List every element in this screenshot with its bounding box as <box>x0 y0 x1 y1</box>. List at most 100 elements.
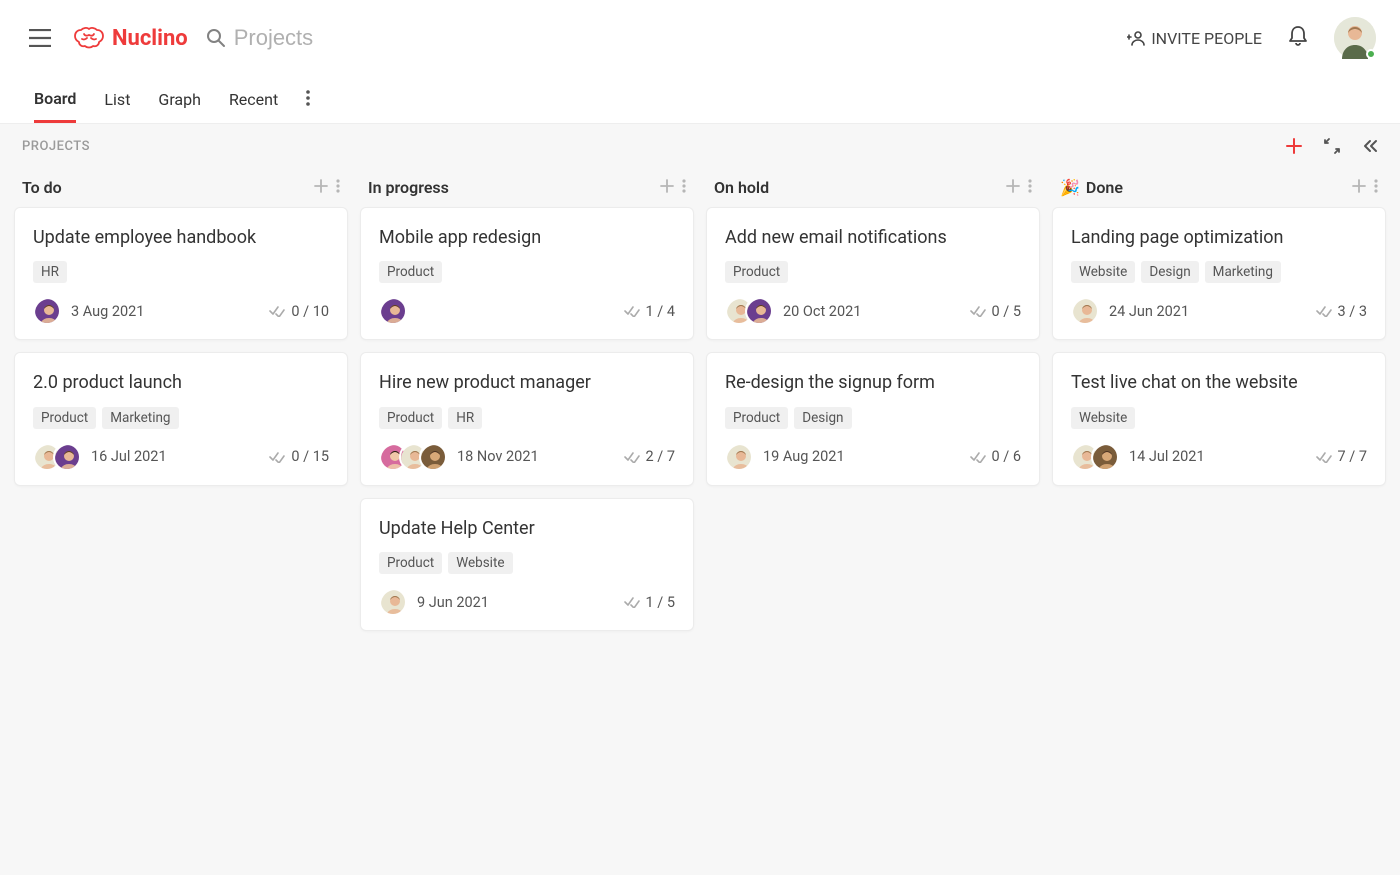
card-tags: Website <box>1071 407 1367 429</box>
bell-icon <box>1288 25 1308 47</box>
column-inprogress: In progress Mobile app redesign Product 1 /… <box>360 170 694 643</box>
card-footer: 19 Aug 20210 / 6 <box>725 443 1021 471</box>
person-add-icon <box>1127 31 1145 46</box>
card-title: Mobile app redesign <box>379 226 675 249</box>
plus-icon <box>314 179 328 193</box>
avatar <box>379 588 407 616</box>
card-progress: 2 / 7 <box>624 448 675 465</box>
brain-icon <box>72 26 106 50</box>
tab-list[interactable]: List <box>104 76 130 123</box>
checklist-icon <box>624 596 640 608</box>
column-add-card-button[interactable] <box>660 178 674 197</box>
column-title-text: On hold <box>714 178 769 197</box>
column-title: In progress <box>368 178 652 197</box>
presence-indicator <box>1366 49 1376 59</box>
menu-button[interactable] <box>26 24 54 52</box>
column-add-card-button[interactable] <box>1006 178 1020 197</box>
tag: Website <box>1071 261 1135 283</box>
card[interactable]: Test live chat on the website Website 14 J… <box>1052 352 1386 485</box>
card-title: Landing page optimization <box>1071 226 1367 249</box>
card-date: 14 Jul 2021 <box>1129 448 1205 465</box>
tag: Product <box>379 407 442 429</box>
collapse-button[interactable] <box>1362 138 1378 154</box>
tag: Marketing <box>102 407 178 429</box>
add-column-button[interactable] <box>1286 138 1302 154</box>
card-tags: ProductHR <box>379 407 675 429</box>
column-add-card-button[interactable] <box>314 178 328 197</box>
card-date: 16 Jul 2021 <box>91 448 167 465</box>
progress-text: 1 / 5 <box>646 594 675 611</box>
tag: Product <box>379 261 442 283</box>
invite-people-button[interactable]: INVITE PEOPLE <box>1127 29 1262 48</box>
checklist-icon <box>1316 451 1332 463</box>
checklist-icon <box>624 305 640 317</box>
column-more-button[interactable] <box>1028 178 1032 197</box>
app-logo[interactable]: Nuclino <box>72 26 188 51</box>
progress-text: 0 / 15 <box>291 448 329 465</box>
view-tabs: Board List Graph Recent <box>0 76 1400 124</box>
checklist-icon <box>970 305 986 317</box>
card-avatars <box>379 588 407 616</box>
card[interactable]: Hire new product managerProductHR18 Nov … <box>360 352 694 485</box>
card-footer: 1 / 4 <box>379 297 675 325</box>
checklist-icon <box>1316 305 1332 317</box>
dots-vertical-icon <box>1374 179 1378 193</box>
card-avatars <box>33 297 61 325</box>
progress-text: 7 / 7 <box>1338 448 1367 465</box>
card-title: Hire new product manager <box>379 371 675 394</box>
card-title: Update employee handbook <box>33 226 329 249</box>
column-done: 🎉DoneLanding page optimizationWebsiteDes… <box>1052 170 1386 643</box>
dots-vertical-icon <box>306 90 310 106</box>
progress-text: 2 / 7 <box>646 448 675 465</box>
card[interactable]: 2.0 product launchProductMarketing16 Jul… <box>14 352 348 485</box>
notifications-button[interactable] <box>1288 25 1308 51</box>
card-progress: 0 / 5 <box>970 303 1021 320</box>
search-icon <box>206 28 226 48</box>
search-input[interactable] <box>234 25 534 51</box>
card-date: 9 Jun 2021 <box>417 594 489 611</box>
card[interactable]: Add new email notificationsProduct20 Oct… <box>706 207 1040 340</box>
card-tags: HR <box>33 261 329 283</box>
header-actions: INVITE PEOPLE <box>1127 17 1376 59</box>
board-area: PROJECTS To do Update employee handbook HR… <box>0 124 1400 875</box>
card-title: Re-design the signup form <box>725 371 1021 394</box>
tabs-more-button[interactable] <box>306 90 310 110</box>
column-more-button[interactable] <box>682 178 686 197</box>
plus-icon <box>660 179 674 193</box>
checklist-icon <box>624 451 640 463</box>
compact-view-button[interactable] <box>1324 138 1340 154</box>
card[interactable]: Mobile app redesign Product 1 / 4 <box>360 207 694 340</box>
logo-text: Nuclino <box>112 26 188 51</box>
tab-recent[interactable]: Recent <box>229 76 278 123</box>
card-date: 20 Oct 2021 <box>783 303 861 320</box>
tag: Website <box>1071 407 1135 429</box>
profile-avatar[interactable] <box>1334 17 1376 59</box>
tag: Marketing <box>1205 261 1281 283</box>
board-title: PROJECTS <box>22 139 1286 154</box>
column-add-card-button[interactable] <box>1352 178 1366 197</box>
card-progress: 0 / 6 <box>970 448 1021 465</box>
plus-icon <box>1352 179 1366 193</box>
card[interactable]: Re-design the signup formProductDesign19… <box>706 352 1040 485</box>
progress-text: 0 / 6 <box>992 448 1021 465</box>
card-tags: Product <box>725 261 1021 283</box>
card-avatars <box>725 443 753 471</box>
card-title: Test live chat on the website <box>1071 371 1367 394</box>
tag: Product <box>33 407 96 429</box>
search[interactable] <box>206 25 1110 51</box>
column-more-button[interactable] <box>336 178 340 197</box>
card[interactable]: Update employee handbookHR3 Aug 20210 / … <box>14 207 348 340</box>
card[interactable]: Update Help CenterProductWebsite9 Jun 20… <box>360 498 694 631</box>
card-avatars <box>1071 297 1099 325</box>
progress-text: 0 / 5 <box>992 303 1021 320</box>
card-progress: 0 / 10 <box>269 303 329 320</box>
tab-board[interactable]: Board <box>34 76 76 123</box>
card[interactable]: Landing page optimizationWebsiteDesignMa… <box>1052 207 1386 340</box>
card-date: 24 Jun 2021 <box>1109 303 1189 320</box>
tab-graph[interactable]: Graph <box>158 76 201 123</box>
avatar <box>419 443 447 471</box>
column-header: To do <box>14 170 348 207</box>
column-title: To do <box>22 178 306 197</box>
column-more-button[interactable] <box>1374 178 1378 197</box>
checklist-icon <box>269 305 285 317</box>
